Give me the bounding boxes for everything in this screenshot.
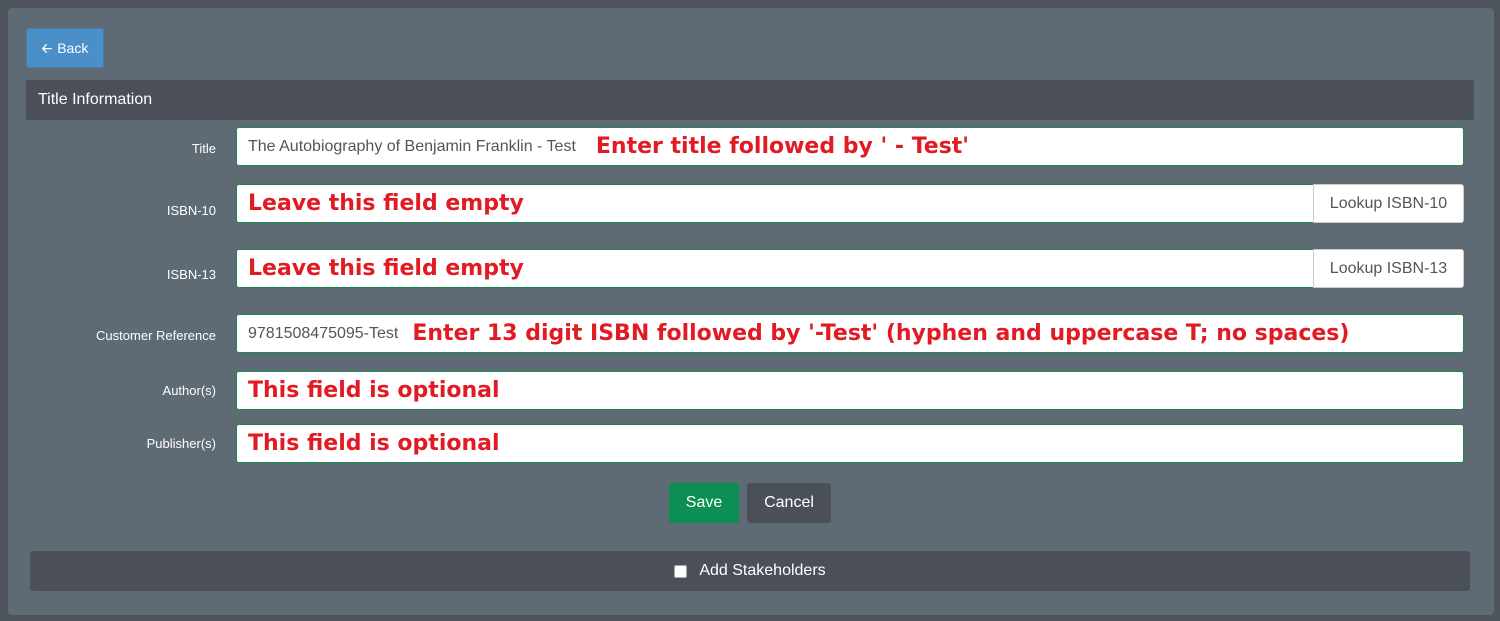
title-form-panel: 🡠 Back Title Information Title The Autob…: [8, 8, 1494, 615]
title-annotation: Enter title followed by ' - Test': [595, 134, 970, 159]
customer-reference-annotation: Enter 13 digit ISBN followed by '-Test' …: [412, 321, 1350, 346]
customer-reference-value: 9781508475095-Test: [248, 324, 399, 342]
isbn13-input[interactable]: Leave this field empty: [236, 249, 1314, 288]
isbn10-annotation: Leave this field empty: [248, 191, 524, 216]
add-stakeholders-label[interactable]: Add Stakeholders: [699, 562, 825, 580]
section-header: Title Information: [26, 80, 1474, 120]
isbn13-label: ISBN-13: [166, 267, 216, 282]
publishers-input[interactable]: This field is optional: [236, 424, 1464, 463]
customer-reference-input[interactable]: 9781508475095-Test Enter 13 digit ISBN f…: [236, 314, 1464, 353]
back-button[interactable]: 🡠 Back: [26, 28, 104, 68]
save-button[interactable]: Save: [669, 483, 739, 523]
publishers-annotation: This field is optional: [248, 431, 500, 456]
authors-input[interactable]: This field is optional: [236, 371, 1464, 410]
lookup-isbn13-button[interactable]: Lookup ISBN-13: [1313, 249, 1464, 288]
isbn10-input[interactable]: Leave this field empty: [236, 184, 1314, 223]
cancel-button[interactable]: Cancel: [747, 483, 831, 523]
title-value: The Autobiography of Benjamin Franklin -…: [248, 137, 576, 155]
lookup-isbn10-button[interactable]: Lookup ISBN-10: [1313, 184, 1464, 223]
customer-reference-label: Customer Reference: [96, 328, 216, 343]
authors-annotation: This field is optional: [248, 378, 500, 403]
isbn13-annotation: Leave this field empty: [248, 256, 524, 281]
section-title: Title Information: [38, 91, 153, 108]
publishers-label: Publisher(s): [146, 436, 216, 451]
back-button-label: Back: [57, 40, 89, 56]
arrow-left-icon: 🡠: [41, 40, 53, 56]
isbn10-label: ISBN-10: [166, 203, 216, 218]
add-stakeholders-bar: Add Stakeholders: [30, 551, 1470, 591]
authors-label: Author(s): [162, 383, 216, 398]
title-input[interactable]: The Autobiography of Benjamin Franklin -…: [236, 127, 1464, 166]
add-stakeholders-checkbox[interactable]: [674, 564, 688, 578]
title-label: Title: [191, 141, 216, 156]
